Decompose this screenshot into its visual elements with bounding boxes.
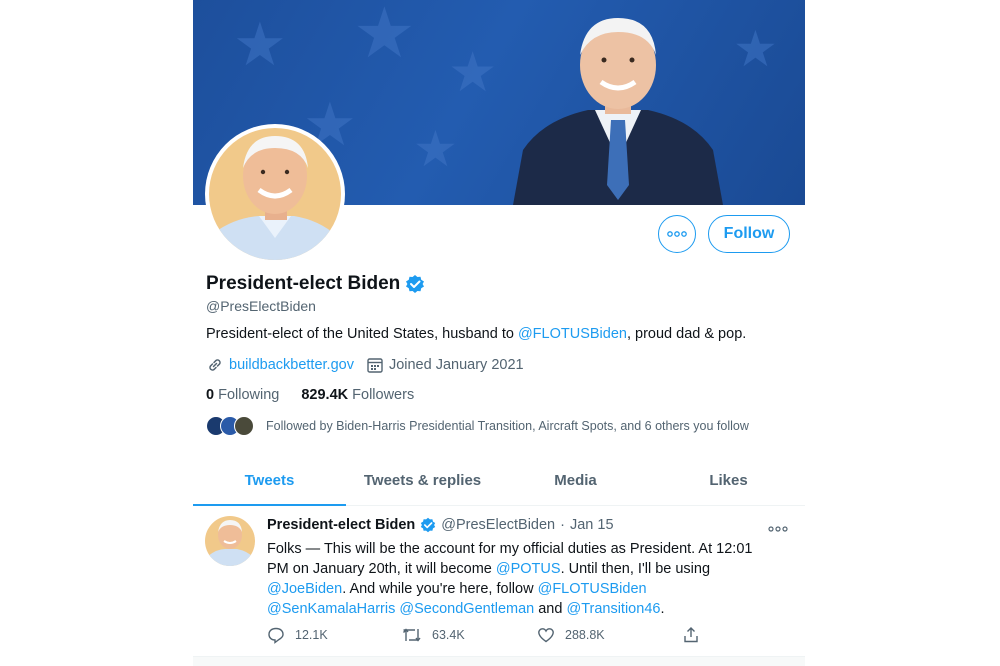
profile-photo-image: [209, 128, 341, 260]
tweet-text-segment: . And while you're here, follow: [342, 581, 538, 597]
retweet-count: 63.4K: [432, 628, 465, 642]
followers-stat[interactable]: 829.4K Followers: [301, 387, 414, 403]
heart-icon: [538, 628, 554, 643]
profile-stats: 0 Following 829.4K Followers: [206, 387, 436, 403]
tweet-text: Folks — This will be the account for my …: [267, 539, 787, 619]
tweet-actions: 12.1K 63.4K 288.8K: [267, 626, 700, 644]
reply-button[interactable]: 12.1K: [267, 626, 402, 644]
joined-date: Joined January 2021: [388, 357, 524, 373]
calendar-icon: [367, 358, 383, 373]
tweet-date[interactable]: Jan 15: [570, 517, 614, 533]
star-decoration: ★: [233, 11, 287, 78]
followers-count: 829.4K: [301, 387, 349, 403]
profile-bio: President-elect of the United States, hu…: [206, 326, 746, 342]
retweet-icon: [403, 628, 421, 642]
banner-portrait-image: [513, 18, 723, 205]
following-count: 0: [206, 387, 215, 403]
link-icon: [209, 359, 221, 371]
mention-link[interactable]: @SenKamalaHarris: [267, 601, 395, 617]
tweet-author-handle[interactable]: @PresElectBiden: [441, 517, 555, 533]
profile-avatar[interactable]: [205, 124, 345, 264]
tab-tweets-replies[interactable]: Tweets & replies: [346, 455, 499, 505]
tweet-line: Folks — This will be the account for my …: [267, 541, 753, 557]
share-icon: [684, 627, 698, 643]
tweet-author-name[interactable]: President-elect Biden: [267, 517, 415, 533]
mention-link[interactable]: @JoeBiden: [267, 581, 342, 597]
timeline-divider: [193, 656, 805, 666]
more-icon: [768, 526, 788, 532]
tweet-avatar[interactable]: [205, 516, 255, 566]
retweet-button[interactable]: 63.4K: [402, 626, 537, 644]
followed-by-text: Followed by Biden-Harris Presidential Tr…: [266, 419, 749, 433]
followed-by-row[interactable]: Followed by Biden-Harris Presidential Tr…: [206, 416, 749, 436]
tweet-text-segment: .: [660, 601, 665, 617]
profile-column: ★ ★ ★ ★ ★ ★ Follow President-elect Biden…: [193, 0, 805, 666]
mention-link[interactable]: @Transition46: [566, 601, 660, 617]
follow-button[interactable]: Follow: [708, 215, 790, 253]
like-count: 288.8K: [565, 628, 605, 642]
website-item: buildbackbetter.gov: [206, 356, 354, 374]
profile-display-name: President-elect Biden: [206, 273, 401, 294]
mention-link[interactable]: @POTUS: [496, 561, 561, 577]
verified-badge-icon: [406, 275, 425, 293]
tab-tweets[interactable]: Tweets: [193, 455, 346, 506]
star-decoration: ★: [448, 41, 498, 103]
tweet-line: PM on January 20th, it will become @POTU…: [267, 559, 787, 579]
tweet-more-button[interactable]: [768, 519, 788, 537]
profile-name-row: President-elect Biden: [206, 273, 425, 295]
joined-item: Joined January 2021: [366, 356, 524, 374]
like-button[interactable]: 288.8K: [537, 626, 682, 644]
reply-icon: [268, 627, 284, 644]
mention-link[interactable]: @FLOTUSBiden: [538, 581, 647, 597]
profile-tabs: Tweets Tweets & replies Media Likes: [193, 455, 805, 506]
star-decoration: ★: [353, 0, 416, 72]
tweet-separator: ·: [560, 517, 565, 533]
more-icon: [667, 231, 687, 237]
mention-link[interactable]: @SecondGentleman: [399, 601, 534, 617]
share-button[interactable]: [682, 626, 700, 644]
bio-text: President-elect of the United States, hu…: [206, 326, 518, 342]
tab-likes[interactable]: Likes: [652, 455, 805, 505]
tweet-header: President-elect Biden @PresElectBiden · …: [267, 517, 614, 533]
tweet-line: @JoeBiden. And while you're here, follow…: [267, 579, 787, 599]
bio-mention-link[interactable]: @FLOTUSBiden: [518, 326, 627, 342]
followers-label: Followers: [352, 387, 415, 403]
avatar: [234, 416, 254, 436]
tweet-text-segment: . Until then, I'll be using: [560, 561, 711, 577]
verified-badge-icon: [421, 517, 436, 533]
star-decoration: ★: [413, 121, 458, 177]
tweet-text-segment: and: [534, 601, 567, 617]
tweet[interactable]: President-elect Biden @PresElectBiden · …: [193, 506, 805, 656]
website-link[interactable]: buildbackbetter.gov: [229, 357, 354, 373]
followed-by-avatars: [206, 416, 254, 436]
following-label: Following: [218, 387, 280, 403]
more-options-button[interactable]: [658, 215, 696, 253]
bio-text: , proud dad & pop.: [626, 326, 747, 342]
tweet-line: @SenKamalaHarris @SecondGentleman and @T…: [267, 599, 787, 619]
profile-handle: @PresElectBiden: [206, 298, 316, 314]
profile-meta: buildbackbetter.gov Joined January 2021: [206, 356, 536, 374]
following-stat[interactable]: 0 Following: [206, 387, 279, 403]
reply-count: 12.1K: [295, 628, 328, 642]
tweet-text-segment: PM on January 20th, it will become: [267, 561, 496, 577]
star-decoration: ★: [733, 21, 778, 77]
tweet-avatar-image: [205, 516, 255, 566]
tab-media[interactable]: Media: [499, 455, 652, 505]
